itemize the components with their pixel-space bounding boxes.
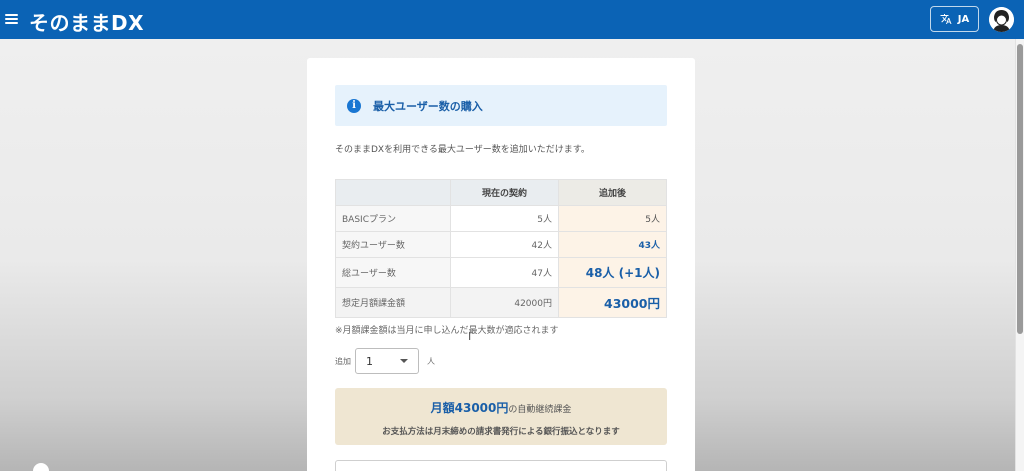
- row-label: 想定月額課金額: [335, 287, 451, 318]
- charge-amount: 43000円: [454, 401, 509, 415]
- quantity-row: 追加 1 人: [335, 348, 435, 374]
- user-avatar-icon[interactable]: [989, 7, 1014, 32]
- video-progress-dot: [33, 463, 49, 471]
- row-current-value: 47人: [450, 257, 559, 288]
- translate-icon: [940, 14, 952, 24]
- table-row: 想定月額課金額 42000円 43000円: [335, 287, 667, 318]
- table-row: 契約ユーザー数 42人 43人: [335, 231, 667, 258]
- info-icon: i: [347, 98, 361, 113]
- hamburger-menu-icon[interactable]: [5, 12, 18, 26]
- row-current-value: 5人: [450, 205, 559, 232]
- avatar-face-icon: [989, 7, 1014, 32]
- top-app-bar: そのままDX JA: [0, 0, 1024, 39]
- row-current-value: 42000円: [450, 287, 559, 318]
- text-cursor-icon: I: [468, 330, 472, 343]
- language-button[interactable]: JA: [930, 6, 979, 32]
- charge-line: 月額43000円の自動継続課金: [335, 399, 667, 416]
- charge-suffix: の自動継続課金: [508, 405, 572, 415]
- row-label: BASICプラン: [335, 205, 451, 232]
- app-title[interactable]: そのままDX: [29, 7, 144, 36]
- purchase-card: i 最大ユーザー数の購入 そのままDXを利用できる最大ユーザー数を追加いただけま…: [307, 58, 695, 471]
- charge-prefix: 月額: [430, 401, 455, 415]
- row-after-value: 48人 (+1人): [558, 257, 667, 288]
- charge-summary: 月額43000円の自動継続課金 お支払方法は月末締めの請求書発行による銀行振込と…: [335, 388, 667, 445]
- table-header-row: 現在の契約 追加後: [335, 179, 667, 206]
- info-banner: i 最大ユーザー数の購入: [335, 85, 667, 126]
- chevron-down-icon: [400, 359, 408, 363]
- description-text: そのままDXを利用できる最大ユーザー数を追加いただけます。: [335, 145, 590, 155]
- table-header-after: 追加後: [558, 179, 667, 206]
- quantity-value: 1: [366, 354, 373, 368]
- language-label: JA: [957, 13, 970, 25]
- row-label: 契約ユーザー数: [335, 231, 451, 258]
- billing-note: ※月額課金額は当月に申し込んだ最大数が適応されます: [335, 326, 559, 336]
- user-count-table: 現在の契約 追加後 BASICプラン 5人 5人 契約ユーザー数 42人 43人…: [335, 179, 667, 318]
- row-after-value: 43000円: [558, 287, 667, 318]
- quantity-select[interactable]: 1: [355, 348, 419, 374]
- quantity-unit: 人: [427, 356, 435, 366]
- row-after-value: 5人: [558, 205, 667, 232]
- quantity-label: 追加: [335, 356, 351, 366]
- scrollbar-thumb[interactable]: [1017, 44, 1023, 334]
- table-row: 総ユーザー数 47人 48人 (+1人): [335, 257, 667, 288]
- next-form-field[interactable]: [335, 460, 667, 471]
- table-row: BASICプラン 5人 5人: [335, 205, 667, 232]
- payment-method-note: お支払方法は月末締めの請求書発行による銀行振込となります: [382, 427, 620, 437]
- page-scrollbar[interactable]: [1015, 39, 1024, 471]
- table-header-blank: [335, 179, 451, 206]
- info-title: 最大ユーザー数の購入: [373, 99, 483, 113]
- row-after-value: 43人: [558, 231, 667, 258]
- row-current-value: 42人: [450, 231, 559, 258]
- table-header-current: 現在の契約: [450, 179, 559, 206]
- row-label: 総ユーザー数: [335, 257, 451, 288]
